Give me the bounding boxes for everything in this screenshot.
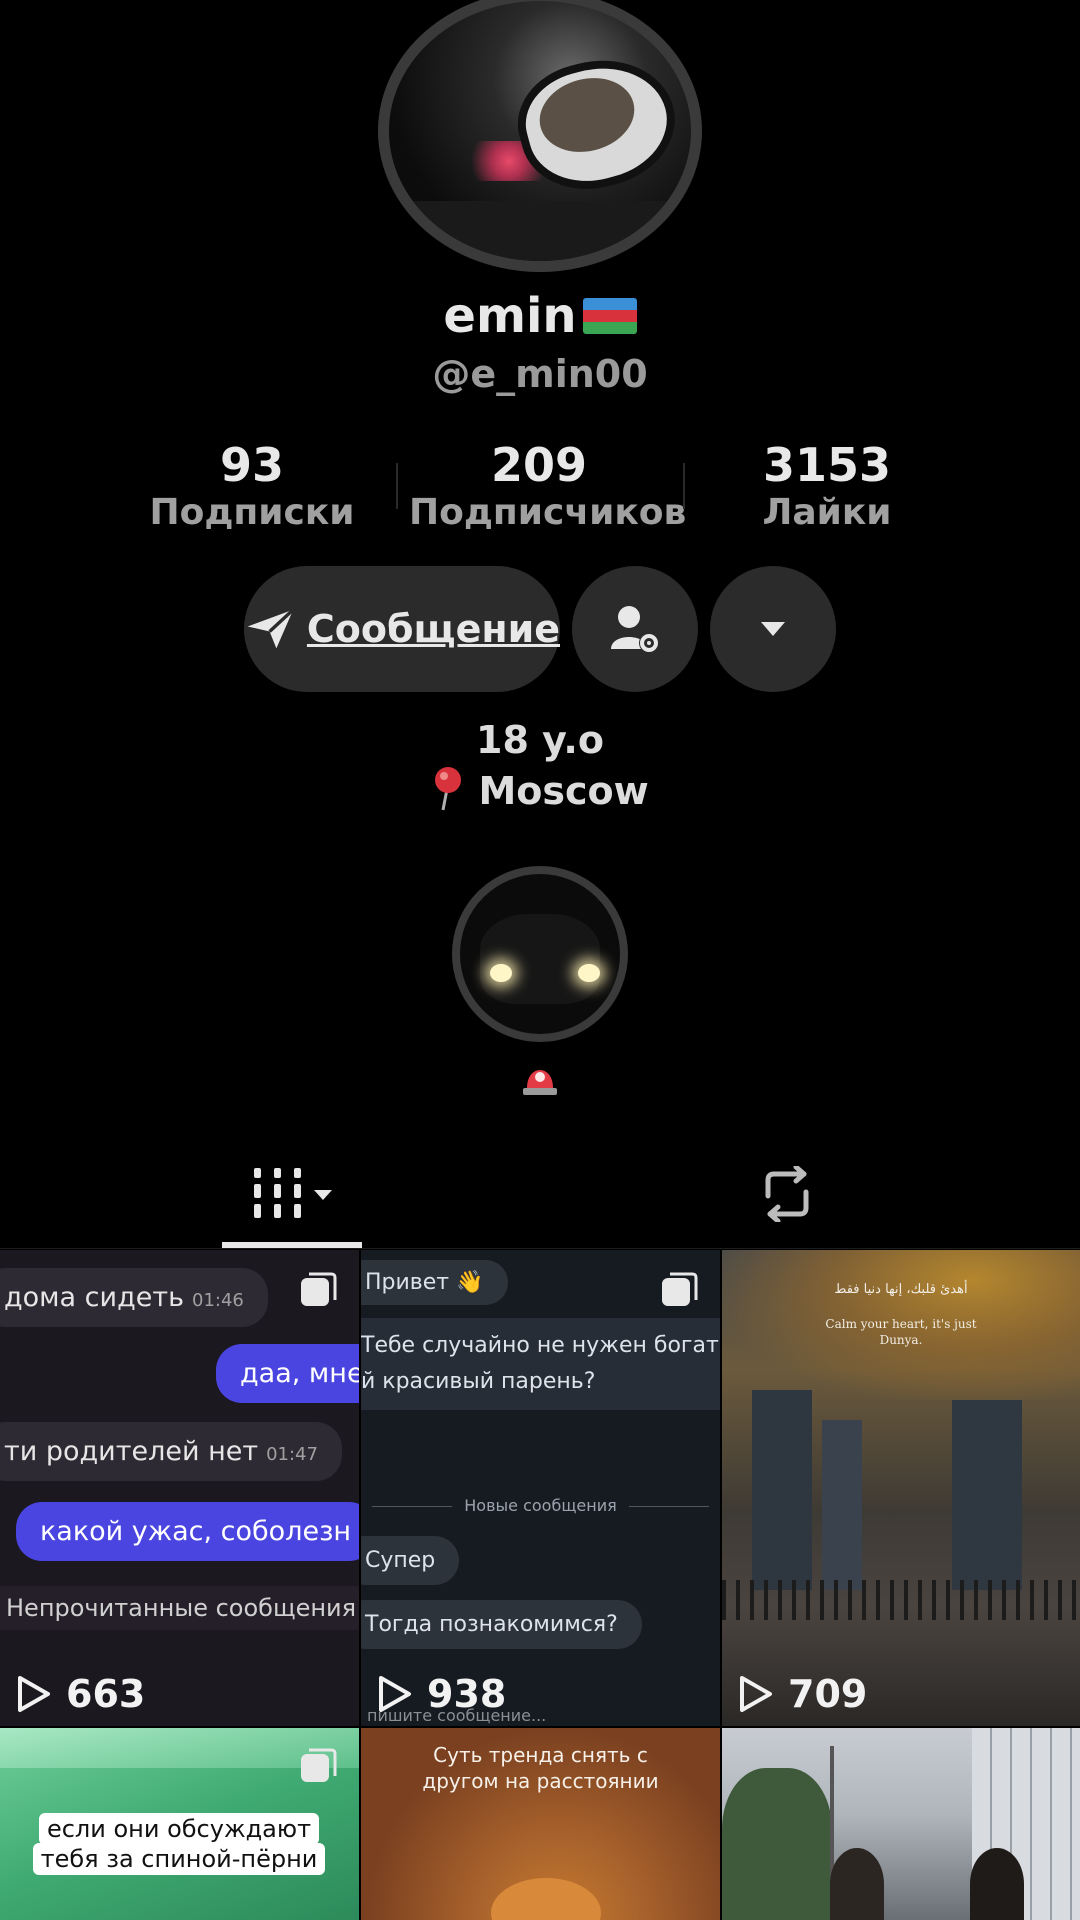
chat-message-box: Тебе случайно не нужен богать й красивый… <box>361 1318 720 1410</box>
chevron-down-icon <box>761 622 785 636</box>
chat-bubble: ти родителей нет 01:47 <box>0 1422 342 1481</box>
chat-bubble: Тогда познакомимся? <box>361 1600 642 1649</box>
grid-icon[interactable] <box>252 1166 338 1220</box>
likes-label: Лайки <box>762 492 892 533</box>
video-tile[interactable]: Привет 👋 Тебе случайно не нужен богать й… <box>361 1250 720 1726</box>
person <box>830 1848 884 1920</box>
following-stat[interactable]: 93 Подписки <box>122 440 382 536</box>
police-light-icon <box>523 1070 557 1095</box>
chat-line: й красивый парень? <box>361 1369 596 1394</box>
new-messages-divider: Новые сообщения <box>361 1496 720 1515</box>
building <box>752 1390 812 1590</box>
message-button[interactable]: Сообщение <box>244 566 560 692</box>
chat-bubble: Привет 👋 <box>361 1260 508 1305</box>
view-count: 663 <box>16 1672 145 1716</box>
chat-line: Тебе случайно не нужен богать <box>361 1333 720 1358</box>
video-tile[interactable] <box>722 1728 1080 1920</box>
profile-name-text: emin <box>443 288 577 344</box>
video-tile[interactable]: если они обсуждают тебя за спиной-пёрни <box>0 1728 359 1920</box>
story-highlight[interactable] <box>452 866 628 1042</box>
following-count: 93 <box>219 438 284 492</box>
chat-time: 01:47 <box>266 1444 318 1465</box>
chat-bubble: Супер <box>361 1536 460 1585</box>
message-button-label: Сообщение <box>306 607 560 651</box>
view-count: 709 <box>738 1672 867 1716</box>
multi-image-icon <box>301 1748 337 1782</box>
chat-bubble-text: ти родителей нет <box>4 1436 259 1467</box>
more-dropdown-button[interactable] <box>710 566 836 692</box>
play-icon <box>379 1676 411 1712</box>
following-label: Подписки <box>149 492 355 533</box>
view-count-value: 938 <box>427 1672 507 1716</box>
railing <box>722 1580 1080 1620</box>
profile-name: emin <box>0 288 1080 344</box>
bio-age: 18 y.o <box>476 718 604 762</box>
send-icon <box>247 608 295 649</box>
chat-bubble-text: Супер <box>365 1548 436 1573</box>
tab-separator <box>0 1248 1080 1249</box>
caption-box: если они обсуждают тебя за спиной-пёрни <box>12 1813 346 1875</box>
likes-count: 3153 <box>762 438 892 492</box>
view-count-value: 663 <box>66 1672 146 1716</box>
view-count: 938 <box>377 1672 506 1716</box>
new-messages-label: Новые сообщения <box>464 1496 617 1515</box>
repost-icon[interactable] <box>756 1166 818 1222</box>
profile-handle: @e_min00 <box>432 352 648 396</box>
pushpin-icon <box>435 767 462 811</box>
video-tile[interactable]: дома сидеть 01:46 даа, мне ти родителей н… <box>0 1250 359 1726</box>
friends-settings-button[interactable] <box>572 566 698 692</box>
chat-bubble-text: Привет 👋 <box>365 1270 484 1295</box>
person <box>970 1848 1024 1920</box>
followers-count: 209 <box>490 438 588 492</box>
building <box>952 1400 1022 1590</box>
overlay-english: Calm your heart, it's just Dunya. <box>825 1317 977 1347</box>
multi-image-icon <box>301 1272 337 1306</box>
followers-stat[interactable]: 209 Подписчиков <box>409 438 687 536</box>
tree <box>722 1768 832 1920</box>
bio-location-text: Moscow <box>478 769 649 813</box>
chat-bubble: дома сидеть 01:46 <box>0 1268 268 1327</box>
unread-divider: Непрочитанные сообщения <box>0 1586 359 1630</box>
building <box>822 1420 862 1590</box>
chat-bubble-text: какой ужас, соболезн <box>40 1516 352 1547</box>
followers-label: Подписчиков <box>409 492 687 533</box>
play-icon <box>740 1676 772 1712</box>
stat-divider <box>396 463 398 509</box>
multi-image-icon <box>662 1272 698 1306</box>
video-tile[interactable]: Суть тренда снять с другом на расстоянии <box>361 1728 720 1920</box>
caption-text: Суть тренда снять с другом на расстоянии <box>422 1743 659 1793</box>
view-count-value: 709 <box>788 1672 868 1716</box>
likes-stat[interactable]: 3153 Лайки <box>697 440 957 536</box>
azerbaijan-flag-icon <box>582 298 637 334</box>
head-hair <box>491 1878 601 1920</box>
caption-text: если они обсуждают тебя за спиной-пёрни <box>32 1813 326 1875</box>
chat-bubble-text: даа, мне <box>240 1358 359 1389</box>
chat-time: 01:46 <box>192 1290 244 1311</box>
profile-avatar[interactable] <box>378 0 702 272</box>
chat-bubble-text: Тогда познакомимся? <box>365 1612 618 1637</box>
chat-bubble-text: дома сидеть <box>4 1282 184 1313</box>
user-settings-icon <box>611 606 659 653</box>
chat-bubble: какой ужас, соболезн <box>16 1502 359 1561</box>
bio-location: Moscow <box>0 766 1080 813</box>
overlay-arabic: أهدئ قلبك، إنها دنيا فقط <box>834 1282 968 1297</box>
chat-bubble: даа, мне <box>216 1344 359 1403</box>
video-tile[interactable]: أهدئ قلبك، إنها دنيا فقط Calm your heart… <box>722 1250 1080 1726</box>
play-icon <box>18 1676 50 1712</box>
stat-divider <box>683 463 685 509</box>
